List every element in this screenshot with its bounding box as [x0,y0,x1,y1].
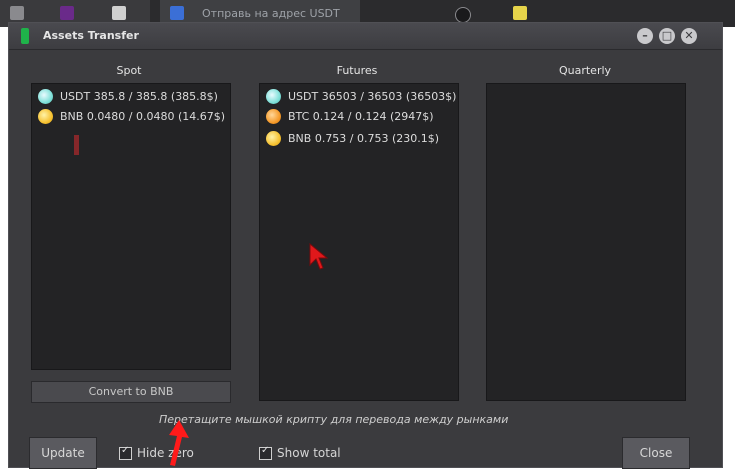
annotation-arrow-icon [169,420,189,466]
drag-hint: Перетащите мышкой крипту для перевода ме… [159,413,509,426]
spot-header: Spot [116,64,142,77]
app-icon[interactable] [60,6,74,20]
update-button[interactable]: Update [29,437,97,469]
annotation-mark [74,135,79,155]
usdt-coin-icon [266,89,281,104]
quarterly-header: Quarterly [558,64,612,77]
close-button[interactable]: Close [622,437,690,469]
app-icon[interactable] [455,7,471,23]
list-item-label: BTC 0.124 / 0.124 (2947$) [288,110,434,123]
maximize-button[interactable]: □ [659,28,675,44]
btc-coin-icon [266,109,281,124]
assets-transfer-dialog: Assets Transfer – □ ✕ Spot Futures Quart… [8,22,723,469]
app-icon[interactable] [10,6,24,20]
list-item-label: BNB 0.753 / 0.753 (230.1$) [288,132,440,145]
futures-list[interactable]: USDT 36503 / 36503 (36503$) BTC 0.124 / … [259,83,459,401]
hide-zero-checkbox[interactable] [119,445,132,460]
bnb-coin-icon [38,109,53,124]
mouse-cursor-icon [309,243,329,270]
star-icon[interactable] [513,6,527,20]
app-icon[interactable] [170,6,184,20]
convert-to-bnb-button[interactable]: Convert to BNB [31,381,231,403]
usdt-coin-icon [38,89,53,104]
list-item-label: USDT 36503 / 36503 (36503$) [288,90,457,103]
bnb-coin-icon [266,131,281,146]
app-icon[interactable] [112,6,126,20]
list-item-label: BNB 0.0480 / 0.0480 (14.67$) [60,110,226,123]
spot-list[interactable]: USDT 385.8 / 385.8 (385.8$) BNB 0.0480 /… [31,83,231,370]
show-total-label[interactable]: Show total [277,446,341,460]
taskbar-window-title[interactable]: Отправь на адрес USDT [202,7,340,20]
quarterly-list[interactable] [486,83,686,401]
app-logo-icon [21,28,29,44]
futures-header: Futures [336,64,378,77]
show-total-checkbox[interactable] [259,445,272,460]
minimize-button[interactable]: – [637,28,653,44]
list-item-label: USDT 385.8 / 385.8 (385.8$) [60,90,218,103]
window-title: Assets Transfer [43,29,139,42]
titlebar[interactable]: Assets Transfer – □ ✕ [9,23,722,50]
close-window-button[interactable]: ✕ [681,28,697,44]
